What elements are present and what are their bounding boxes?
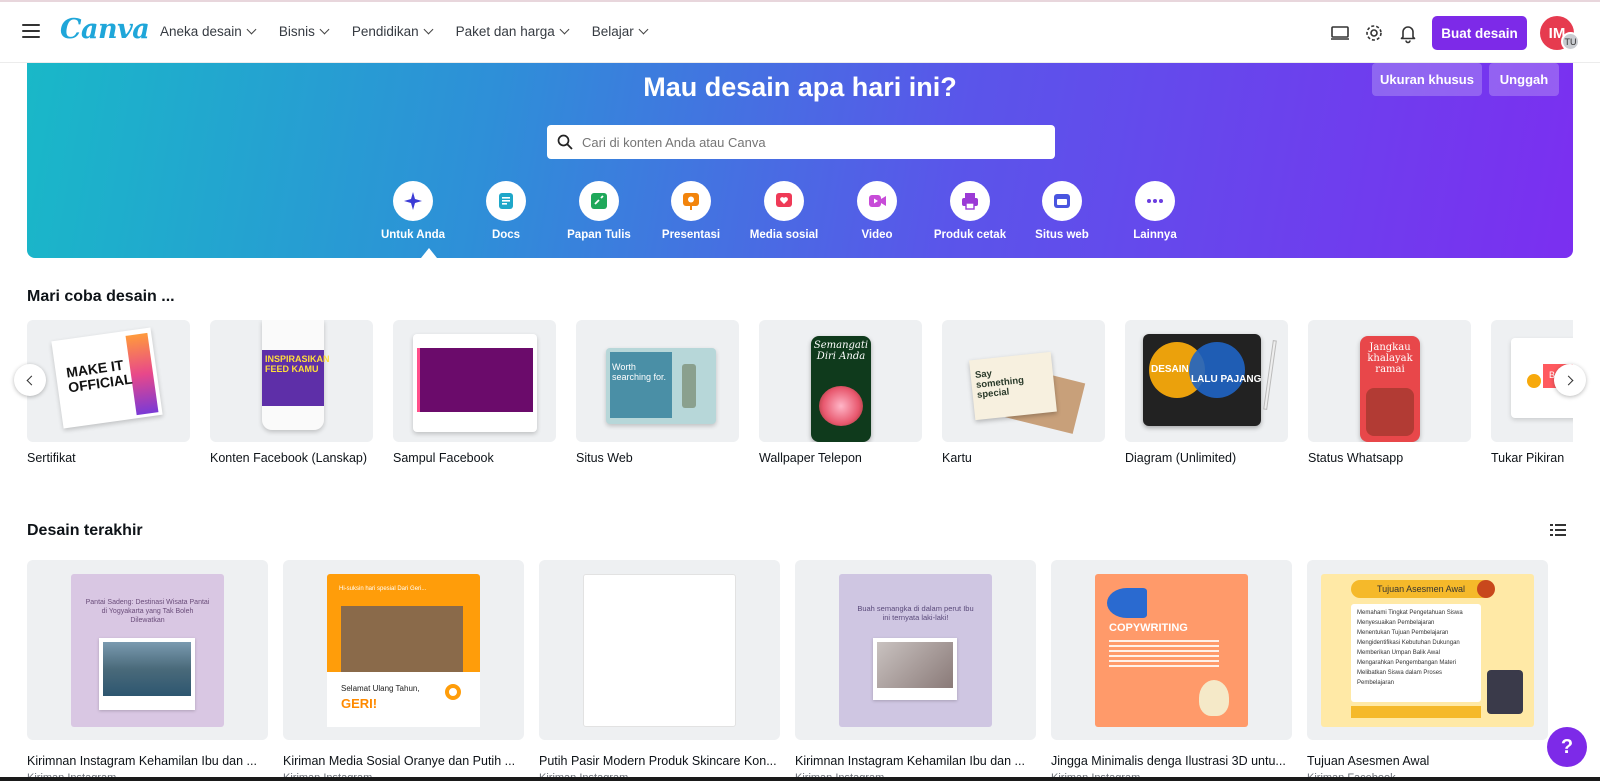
recent-design-card[interactable]: Tujuan Asesmen Awal Memahami Tingkat Pen… [1307, 560, 1548, 781]
hero-banner: Mau desain apa hari ini? Ukuran khusus U… [27, 63, 1573, 258]
tile-situs-web[interactable]: Worth searching for. Situs Web [576, 320, 739, 465]
tile-status-whatsapp[interactable]: Jangkau khalayak ramai Status Whatsapp [1308, 320, 1471, 465]
whatsapp-status-thumbnail: Jangkau khalayak ramai [1308, 320, 1471, 442]
recent-designs-title: Desain terakhir [27, 522, 143, 539]
chevron-down-icon [319, 24, 330, 35]
search-input[interactable] [582, 134, 1022, 150]
category-video[interactable]: Video [827, 181, 927, 241]
main-nav-links: Aneka desain Bisnis Pendidikan Paket dan… [160, 24, 671, 39]
gear-icon[interactable] [1363, 22, 1385, 44]
category-presentasi[interactable]: Presentasi [641, 181, 741, 241]
category-produk-cetak[interactable]: Produk cetak [920, 181, 1020, 241]
help-button[interactable]: ? [1547, 727, 1587, 767]
recent-design-thumbnail: Pantai Sadeng: Destinasi Wisata Pantai d… [27, 560, 268, 740]
phone-wallpaper-thumbnail: Semangati Diri Anda [759, 320, 922, 442]
website-icon [1042, 181, 1082, 221]
try-design-carousel: MAKE IT OFFICIAL Sertifikat INSPIRASIKAN… [27, 320, 1573, 470]
chevron-down-icon [423, 24, 434, 35]
tile-konten-facebook[interactable]: INSPIRASIKAN FEED KAMU Konten Facebook (… [210, 320, 373, 465]
heart-icon [764, 181, 804, 221]
whiteboard-icon [579, 181, 619, 221]
category-lainnya[interactable]: Lainnya [1105, 181, 1205, 241]
try-design-title: Mari coba desain ... [27, 288, 175, 305]
video-icon [857, 181, 897, 221]
selected-category-indicator [421, 248, 437, 258]
chevron-down-icon [559, 24, 570, 35]
recent-design-thumbnail: COPYWRITING [1051, 560, 1292, 740]
recent-design-thumbnail: Hi-suksin hari spesial Dari Geri... Sela… [283, 560, 524, 740]
recent-design-card[interactable]: Pantai Sadeng: Destinasi Wisata Pantai d… [27, 560, 268, 781]
facebook-cover-thumbnail [393, 320, 556, 442]
list-view-icon[interactable] [1550, 523, 1566, 537]
presentation-icon [671, 181, 711, 221]
search-icon [557, 134, 573, 150]
facebook-content-thumbnail: INSPIRASIKAN FEED KAMU [210, 320, 373, 442]
docs-icon [486, 181, 526, 221]
bell-icon[interactable] [1397, 22, 1419, 44]
chevron-down-icon [246, 24, 257, 35]
nav-pendidikan[interactable]: Pendidikan [352, 24, 434, 39]
menu-icon[interactable] [22, 24, 40, 38]
design-preview: Tujuan Asesmen Awal Memahami Tingkat Pen… [1321, 574, 1534, 727]
chevron-right-icon [1563, 375, 1574, 385]
tile-sampul-facebook[interactable]: Sampul Facebook [393, 320, 556, 465]
category-media-sosial[interactable]: Media sosial [734, 181, 834, 241]
design-preview [583, 574, 736, 727]
card-thumbnail: Say something special [942, 320, 1105, 442]
create-design-button[interactable]: Buat desain [1432, 16, 1527, 50]
website-thumbnail: Worth searching for. [576, 320, 739, 442]
canva-logo[interactable]: Canva [60, 14, 150, 45]
custom-size-button[interactable]: Ukuran khusus [1372, 63, 1482, 96]
recent-design-thumbnail [539, 560, 780, 740]
design-preview: Hi-suksin hari spesial Dari Geri... Sela… [327, 574, 480, 727]
design-preview: Pantai Sadeng: Destinasi Wisata Pantai d… [71, 574, 224, 727]
recent-designs-grid: Pantai Sadeng: Destinasi Wisata Pantai d… [27, 560, 1573, 781]
nav-bisnis[interactable]: Bisnis [279, 24, 330, 39]
diagram-thumbnail: DESAIN LALU PAJANG [1125, 320, 1288, 442]
design-preview: COPYWRITING [1095, 574, 1248, 727]
tile-diagram[interactable]: DESAIN LALU PAJANG Diagram (Unlimited) [1125, 320, 1288, 465]
team-badge[interactable]: TU [1561, 32, 1580, 51]
top-navigation-bar: Canva Aneka desain Bisnis Pendidikan Pak… [0, 0, 1600, 63]
chevron-left-icon [26, 375, 37, 385]
tile-kartu[interactable]: Say something special Kartu [942, 320, 1105, 465]
nav-belajar[interactable]: Belajar [592, 24, 649, 39]
hero-title: Mau desain apa hari ini? [643, 72, 957, 102]
nav-aneka-desain[interactable]: Aneka desain [160, 24, 257, 39]
desktop-app-icon[interactable] [1329, 22, 1351, 44]
recent-design-card[interactable]: Putih Pasir Modern Produk Skincare Kon..… [539, 560, 780, 781]
carousel-prev-button[interactable] [14, 364, 46, 396]
tile-wallpaper-telepon[interactable]: Semangati Diri Anda Wallpaper Telepon [759, 320, 922, 465]
category-untuk-anda[interactable]: Untuk Anda [363, 181, 463, 241]
certificate-thumbnail: MAKE IT OFFICIAL [27, 320, 190, 442]
sparkle-icon [393, 181, 433, 221]
recent-design-thumbnail: Tujuan Asesmen Awal Memahami Tingkat Pen… [1307, 560, 1548, 740]
more-icon [1135, 181, 1175, 221]
tile-sertifikat[interactable]: MAKE IT OFFICIAL Sertifikat [27, 320, 190, 465]
carousel-next-button[interactable] [1554, 364, 1586, 396]
recent-design-card[interactable]: COPYWRITING Jingga Minimalis denga Ilust… [1051, 560, 1292, 781]
category-situs-web[interactable]: Situs web [1012, 181, 1112, 241]
recent-design-card[interactable]: Buah semangka di dalam perut Ibu ini ter… [795, 560, 1036, 781]
nav-paket-dan-harga[interactable]: Paket dan harga [456, 24, 570, 39]
upload-button[interactable]: Unggah [1489, 63, 1559, 96]
print-icon [950, 181, 990, 221]
category-papan-tulis[interactable]: Papan Tulis [549, 181, 649, 241]
category-docs[interactable]: Docs [456, 181, 556, 241]
recent-design-card[interactable]: Hi-suksin hari spesial Dari Geri... Sela… [283, 560, 524, 781]
recent-design-thumbnail: Buah semangka di dalam perut Ibu ini ter… [795, 560, 1036, 740]
design-preview: Buah semangka di dalam perut Ibu ini ter… [839, 574, 992, 727]
window-bottom-edge [0, 777, 1600, 781]
search-box[interactable] [547, 125, 1055, 159]
chevron-down-icon [638, 24, 649, 35]
